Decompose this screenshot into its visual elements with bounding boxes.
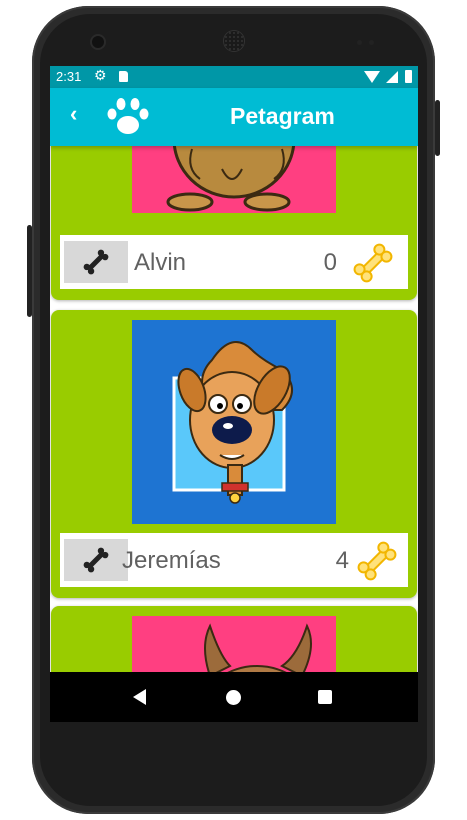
like-count: 0 — [323, 249, 337, 276]
status-bar: 2:31 ⚙ — [50, 66, 418, 88]
sd-card-icon — [119, 71, 128, 82]
settings-icon: ⚙ — [94, 67, 107, 83]
golden-bone-icon — [357, 541, 397, 581]
bone-icon — [83, 249, 109, 275]
pet-photo — [132, 616, 336, 672]
pet-name: Alvin — [134, 249, 187, 276]
pet-photo — [132, 320, 336, 524]
power-button — [435, 100, 440, 156]
golden-bone-icon — [353, 243, 393, 283]
paw-icon — [107, 98, 149, 134]
nav-recents-icon[interactable] — [318, 690, 332, 704]
app-bar: ‹ Petagram — [50, 88, 418, 146]
pet-card: Alvin 0 — [51, 146, 417, 300]
nav-home-icon[interactable] — [226, 690, 241, 705]
earpiece-speaker — [224, 31, 244, 51]
pet-info-row: Jeremías 4 — [60, 533, 408, 587]
battery-icon — [405, 70, 412, 83]
bone-icon — [83, 547, 109, 573]
front-camera — [92, 36, 104, 48]
light-sensor — [369, 40, 374, 45]
navigation-bar — [50, 672, 418, 722]
pet-card — [51, 606, 417, 672]
wifi-icon — [364, 71, 380, 83]
signal-icon — [386, 71, 398, 83]
app-title: Petagram — [230, 103, 335, 129]
screen: 2:31 ⚙ ‹ Petagram Alvin 0 Jeremías 4 — [50, 66, 418, 722]
pet-image — [204, 623, 312, 672]
like-count: 4 — [335, 547, 349, 574]
back-icon[interactable]: ‹ — [70, 101, 77, 127]
pet-info-row: Alvin 0 — [60, 235, 408, 289]
pet-list[interactable]: Alvin 0 Jeremías 4 — [50, 146, 418, 672]
nav-back-icon[interactable] — [133, 689, 146, 705]
volume-button — [27, 225, 32, 317]
rate-button[interactable] — [64, 241, 128, 283]
pet-image — [172, 341, 293, 504]
pet-image — [166, 146, 296, 212]
pet-photo — [132, 146, 336, 213]
proximity-sensor — [357, 40, 362, 45]
pet-name: Jeremías — [122, 547, 221, 574]
status-time: 2:31 — [56, 69, 82, 84]
pet-card: Jeremías 4 — [51, 310, 417, 598]
rate-button[interactable] — [64, 539, 128, 581]
